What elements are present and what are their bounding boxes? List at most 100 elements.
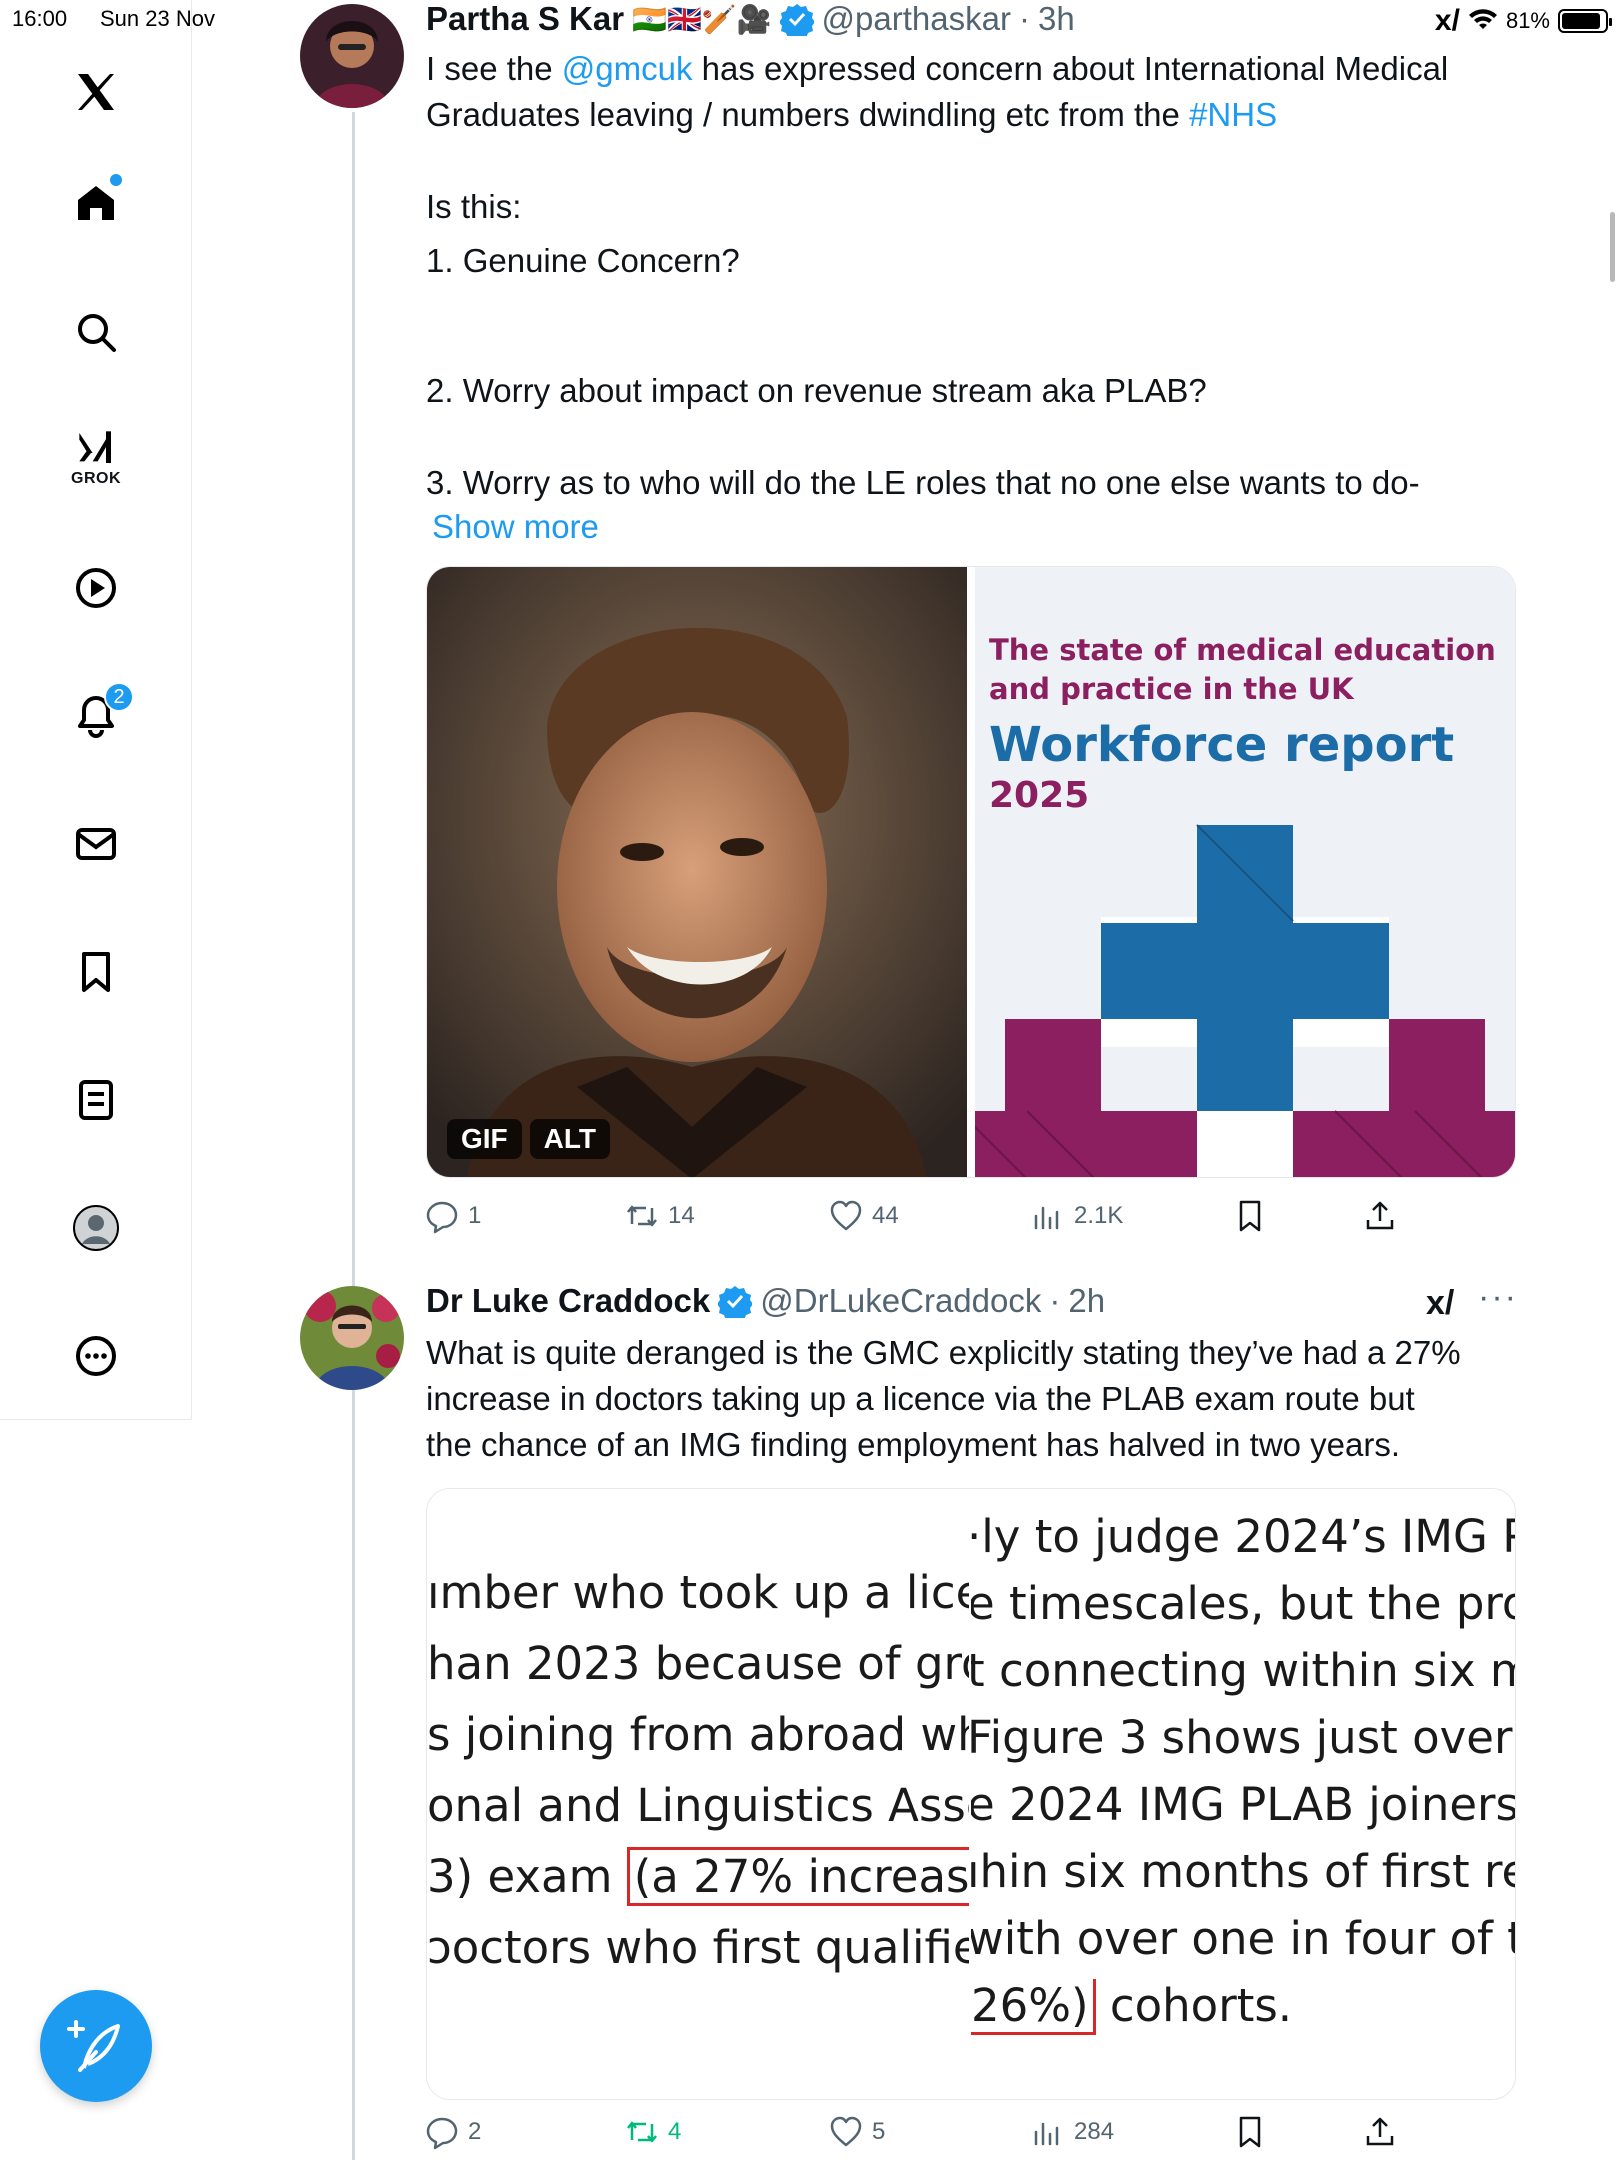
show-more-label: Show more — [432, 508, 599, 545]
heart-icon — [830, 1200, 862, 1231]
highlight-27-percent: (a 27% increase) — [626, 1847, 969, 1906]
views-button[interactable]: 2.1K — [1030, 1198, 1123, 1234]
reply-button[interactable]: 2 — [424, 2114, 481, 2150]
messages-icon[interactable] — [56, 804, 136, 884]
reply-button[interactable]: 1 — [424, 1198, 481, 1234]
repost-button[interactable]: 14 — [624, 1198, 695, 1234]
post-more-icon[interactable]: ··· — [1478, 1278, 1518, 1317]
author-flags: 🇮🇳🇬🇧🏏🎥 — [632, 3, 772, 35]
views-button[interactable]: 284 — [1030, 2114, 1114, 2150]
mention-link[interactable]: @gmcuk — [562, 50, 693, 87]
highlight-26-percent: 26%) — [971, 1979, 1096, 2035]
excerpt-line: 3) exam — [427, 1850, 627, 1903]
post-text-segment: has expressed concern about Internationa… — [692, 50, 1449, 87]
bookmark-icon — [1239, 1200, 1261, 1232]
scrollbar[interactable] — [1610, 212, 1615, 282]
grok-icon[interactable]: GROK — [56, 418, 136, 498]
author-handle[interactable]: @parthaskar — [822, 0, 1011, 38]
battery-percent: 81% — [1505, 8, 1550, 33]
author-name[interactable]: Partha S Kar — [426, 0, 624, 38]
post-text-line: increase in doctors taking up a licence … — [426, 1380, 1415, 1417]
grok-label: GROK — [71, 470, 121, 487]
views-icon — [1034, 2122, 1059, 2146]
report-image[interactable]: The state of medical education and pract… — [975, 567, 1515, 1177]
excerpt-line: han 2023 because of grov — [427, 1637, 969, 1690]
video-icon[interactable] — [56, 548, 136, 628]
grok-post-icon[interactable]: x/ — [1426, 1284, 1454, 1323]
excerpt-line: t connecting within six mor — [971, 1644, 1515, 1697]
repost-count: 14 — [668, 1202, 695, 1229]
repost-icon — [627, 2121, 657, 2143]
post-header: Partha S Kar 🇮🇳🇬🇧🏏🎥 @parthaskar · 3h — [426, 0, 1075, 38]
like-count: 44 — [872, 1202, 899, 1229]
post-text-line: What is quite deranged is the GMC explic… — [426, 1334, 1461, 1371]
excerpt-line: ɔoctors who first qualifiec — [427, 1921, 969, 1974]
compose-button[interactable] — [40, 1990, 152, 2102]
excerpt-line: e timescales, but the propc — [971, 1577, 1515, 1630]
battery-icon — [1558, 9, 1612, 33]
author-name[interactable]: Dr Luke Craddock — [426, 1282, 710, 1320]
post-text-line: 3. Worry as to who will do the LE roles … — [426, 464, 1420, 501]
post-media[interactable]: GIF ALT The state of medical education a… — [426, 566, 1516, 1178]
excerpt-line: s joining from abroad whc — [427, 1708, 969, 1761]
post-text-line: the chance of an IMG finding employment … — [426, 1426, 1401, 1463]
share-button[interactable] — [1362, 2114, 1398, 2150]
excerpt-right-text: ·ly to judge 2024’s IMG PLA e timescales… — [971, 1503, 1516, 2039]
bookmarks-icon[interactable] — [56, 932, 136, 1012]
share-icon — [1366, 2117, 1394, 2146]
reply-count: 1 — [468, 1202, 482, 1229]
excerpt-line: e 2024 IMG PLAB joiners co — [971, 1778, 1516, 1831]
gif-media[interactable]: GIF ALT — [427, 567, 967, 1177]
search-icon[interactable] — [56, 292, 136, 372]
repost-button[interactable]: 4 — [624, 2114, 681, 2150]
gif-badge: GIF — [447, 1119, 522, 1159]
like-button[interactable]: 5 — [828, 2114, 885, 2150]
reply-icon — [426, 1201, 458, 1234]
media-badges: GIF ALT — [447, 1119, 611, 1159]
share-button[interactable] — [1362, 1198, 1398, 1234]
excerpt-left-text: ımber who took up a licen han 2023 becau… — [427, 1557, 969, 1983]
reply-icon — [426, 2117, 458, 2150]
post-body: I see the @gmcuk has expressed concern a… — [426, 46, 1506, 138]
notifications-badge: 2 — [104, 682, 134, 712]
home-icon[interactable] — [56, 162, 136, 242]
bookmark-icon — [1239, 2116, 1261, 2148]
bookmark-button[interactable] — [1232, 1198, 1268, 1234]
home-unread-dot — [110, 174, 122, 186]
verified-badge-icon — [779, 4, 814, 36]
avatar[interactable] — [300, 1286, 404, 1390]
report-subtitle-line: The state of medical education — [989, 633, 1496, 667]
like-button[interactable]: 44 — [828, 1198, 899, 1234]
alt-badge[interactable]: ALT — [529, 1119, 611, 1159]
post-header: Dr Luke Craddock @DrLukeCraddock · 2h — [426, 1282, 1105, 1320]
post-text-line: 1. Genuine Concern? — [426, 242, 740, 279]
post-time[interactable]: 2h — [1068, 1282, 1105, 1320]
separator: · — [1018, 0, 1030, 37]
report-year: 2025 — [989, 775, 1090, 816]
excerpt-line: ıhin six months of first regis — [971, 1845, 1515, 1898]
bookmark-button[interactable] — [1232, 2114, 1268, 2150]
excerpt-line: cohorts. — [1095, 1979, 1293, 2032]
excerpt-image-left[interactable]: ımber who took up a licen han 2023 becau… — [427, 1489, 969, 2099]
post-media[interactable]: ımber who took up a licen han 2023 becau… — [426, 1488, 1516, 2100]
thread-line — [352, 112, 355, 2160]
post-text-segment: Graduates leaving / numbers dwindling et… — [426, 96, 1190, 133]
report-subtitle-line: and practice in the UK — [989, 672, 1354, 706]
avatar[interactable] — [300, 4, 404, 108]
x-logo-icon[interactable] — [56, 52, 136, 132]
excerpt-image-right[interactable]: ·ly to judge 2024’s IMG PLA e timescales… — [971, 1489, 1516, 2099]
more-icon[interactable] — [56, 1316, 136, 1396]
post-text-line: 2. Worry about impact on revenue stream … — [426, 372, 1207, 409]
repost-icon — [627, 1205, 657, 1227]
show-more-link[interactable]: Show more — [432, 504, 599, 550]
verified-badge-icon — [718, 1286, 753, 1318]
repost-count: 4 — [668, 2118, 682, 2145]
post-body: What is quite deranged is the GMC explic… — [426, 1330, 1516, 1468]
lists-icon[interactable] — [56, 1060, 136, 1140]
author-handle[interactable]: @DrLukeCraddock — [760, 1282, 1041, 1320]
notifications-icon[interactable]: 2 — [56, 676, 136, 756]
post-time[interactable]: 3h — [1038, 0, 1075, 38]
hashtag-link[interactable]: #NHS — [1189, 96, 1277, 133]
views-count: 284 — [1074, 2118, 1115, 2145]
like-count: 5 — [872, 2118, 886, 2145]
